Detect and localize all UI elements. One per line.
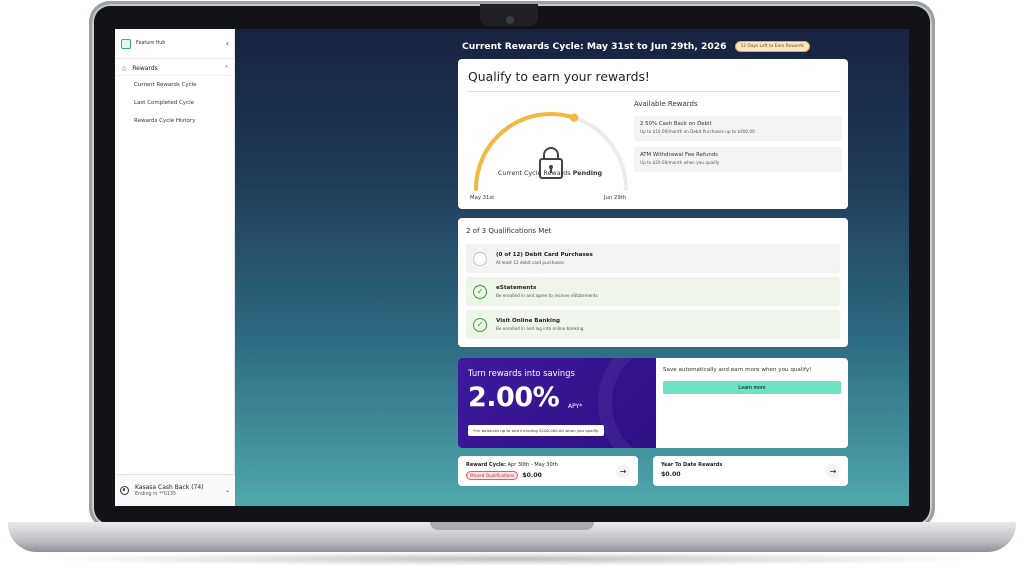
savings-promo-card: Turn rewards into savings 2.00% APY* *On… [458, 358, 848, 448]
reward-desc: Up to $20.00/month when you qualify [640, 160, 720, 165]
savings-promo-panel: Turn rewards into savings 2.00% APY* *On… [458, 358, 656, 448]
sidebar-group-rewards[interactable]: ☆ Rewards ⌃ [115, 62, 235, 76]
ytd-rewards-card[interactable]: Year To Date Rewards $0.00 → [653, 456, 848, 486]
gauge-start-label: May 31st [470, 195, 495, 201]
ytd-label-text: Year To Date Rewards [661, 462, 723, 468]
ytd-value: $0.00 [661, 471, 681, 478]
qualification-desc: At least 12 debit card purchases [496, 260, 564, 265]
sidebar-group-label: Rewards [132, 65, 158, 72]
sidebar-item-current-rewards-cycle[interactable]: Current Rewards Cycle [115, 76, 235, 94]
cycle-label: Reward Cycle: [466, 462, 507, 468]
qualification-desc: Be enrolled in and agree to receive eSta… [496, 293, 598, 298]
ytd-row: $0.00 [661, 471, 681, 478]
qualification-name: Visit Online Banking [496, 318, 560, 324]
qualification-desc: Be enrolled in and log into online banki… [496, 326, 584, 331]
qualification-row: ✓ eStatements Be enrolled in and agree t… [466, 277, 840, 306]
chevron-up-icon: ⌃ [223, 65, 229, 72]
chevron-down-icon: ⌄ [224, 487, 230, 494]
gauge-status: Current Cycle Rewards Pending [480, 169, 620, 177]
collapse-sidebar-icon[interactable]: ‹ [226, 39, 229, 48]
available-rewards-title: Available Rewards [634, 100, 698, 108]
page-title: Current Rewards Cycle: May 31st to Jun 2… [462, 41, 727, 52]
qualification-name: eStatements [496, 285, 537, 291]
gauge-knob [569, 113, 579, 122]
learn-more-button[interactable]: Learn more [663, 381, 841, 394]
qualify-card: Qualify to earn your rewards! Current Cy… [458, 59, 848, 209]
previous-cycle-row: Missed Qualifications $0.00 [466, 471, 542, 480]
previous-cycle-card[interactable]: Reward Cycle: Apr 30th - May 30th Missed… [458, 456, 638, 486]
previous-cycle-value: $0.00 [522, 472, 542, 479]
savings-description: Save automatically and earn more when yo… [663, 367, 812, 373]
reward-desc: Up to $10.00/month on Debit Purchases up… [640, 129, 755, 134]
arrow-right-icon[interactable]: → [826, 464, 840, 478]
feature-hub-icon [121, 38, 131, 49]
sidebar-section-rewards: ☆ Rewards ⌃ Current Rewards Cycle Last C… [115, 62, 235, 130]
missed-qualifications-badge: Missed Qualifications [466, 471, 519, 480]
cycle-range: Apr 30th - May 30th [507, 462, 558, 468]
sidebar-header: Feature Hub ‹ [115, 29, 235, 59]
apy-value: 2.00% [468, 382, 560, 413]
laptop-shadow [40, 552, 984, 566]
qualification-text: (0 of 12) Debit Card Purchases At least … [496, 252, 593, 265]
star-icon: ☆ [121, 64, 128, 73]
gauge-status-value: Pending [572, 169, 603, 177]
divider [468, 91, 840, 92]
sidebar-title: Feature Hub [136, 41, 166, 46]
qualification-text: eStatements Be enrolled in and agree to … [496, 285, 598, 298]
qualify-title: Qualify to earn your rewards! [468, 69, 650, 84]
sidebar-item-rewards-cycle-history[interactable]: Rewards Cycle History [115, 112, 235, 130]
reward-name: 2.50% Cash Back on Debit [640, 121, 712, 127]
gauge-status-prefix: Current Cycle Rewards [497, 169, 573, 177]
account-selector[interactable]: Kasasa Cash Back (74) Ending in **0135 ⌄ [115, 474, 235, 506]
reward-name: ATM Withdrawal Fee Refunds [640, 152, 718, 158]
qualification-name: (0 of 12) Debit Card Purchases [496, 252, 593, 258]
sidebar: Feature Hub ‹ ☆ Rewards ⌃ Current Reward… [115, 29, 235, 506]
ytd-label: Year To Date Rewards [661, 462, 722, 468]
qualification-row: (0 of 12) Debit Card Purchases At least … [466, 244, 840, 273]
reward-item: 2.50% Cash Back on Debit Up to $10.00/mo… [634, 116, 842, 141]
qualification-text: Visit Online Banking Be enrolled in and … [496, 318, 583, 331]
qualifications-title: 2 of 3 Qualifications Met [466, 227, 552, 235]
laptop-frame: Feature Hub ‹ ☆ Rewards ⌃ Current Reward… [0, 0, 1024, 575]
reward-item: ATM Withdrawal Fee Refunds Up to $20.00/… [634, 147, 842, 172]
check-circle-icon: ✓ [473, 284, 487, 299]
account-info: Kasasa Cash Back (74) Ending in **0135 [135, 484, 225, 497]
savings-heading: Turn rewards into savings [468, 368, 575, 378]
apy-suffix: APY* [568, 403, 583, 410]
decorative-swirl [598, 358, 656, 448]
pending-circle-icon [473, 251, 487, 266]
user-icon [120, 486, 129, 495]
laptop-base-lip [430, 522, 594, 530]
camera-icon [506, 16, 514, 24]
apy-disclaimer: *On balances up to and including $100,00… [468, 425, 605, 436]
gauge-end-label: Jun 29th [604, 195, 627, 201]
account-name: Kasasa Cash Back (74) [135, 484, 204, 491]
cycle-header: Current Rewards Cycle: May 31st to Jun 2… [462, 41, 810, 52]
rewards-gauge [474, 112, 628, 191]
qualifications-card: 2 of 3 Qualifications Met (0 of 12) Debi… [458, 218, 848, 347]
qualification-row: ✓ Visit Online Banking Be enrolled in an… [466, 310, 840, 339]
previous-cycle-label: Reward Cycle: Apr 30th - May 30th [466, 462, 558, 468]
app-screen: Feature Hub ‹ ☆ Rewards ⌃ Current Reward… [115, 29, 909, 506]
check-circle-icon: ✓ [473, 317, 487, 332]
sidebar-item-last-completed-cycle[interactable]: Last Completed Cycle [115, 94, 235, 112]
arrow-right-icon[interactable]: → [616, 464, 630, 478]
account-ending: Ending in **0135 [135, 492, 176, 497]
days-left-badge: 12 Days Left to Earn Rewards [734, 41, 810, 52]
